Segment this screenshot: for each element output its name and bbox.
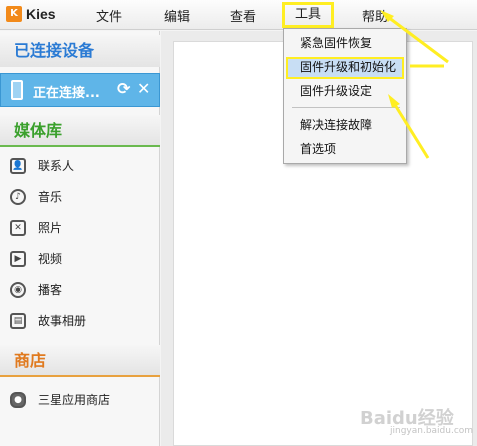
music-icon: ♪ <box>10 189 26 205</box>
watermark-url: jingyan.baidu.com <box>390 426 474 436</box>
menu-separator <box>292 107 400 108</box>
sidebar: 已连接设备 正在连接... ⟳ ✕ 媒体库 👤 联系人 ♪ 音乐 ✕ 照片 ▶ … <box>0 31 160 446</box>
sidebar-item-photos[interactable]: ✕ 照片 <box>0 213 158 244</box>
story-album-icon: ▤ <box>10 313 26 329</box>
kies-logo-icon: K <box>6 6 22 22</box>
menu-edit[interactable]: 编辑 <box>164 6 190 25</box>
connected-devices-header: 已连接设备 <box>0 35 160 67</box>
menu-item-troubleshoot-connection[interactable]: 解决连接故障 <box>286 115 404 137</box>
sidebar-item-samsung-apps[interactable]: ● 三星应用商店 <box>0 385 158 416</box>
sidebar-item-label: 三星应用商店 <box>38 393 111 407</box>
store-header: 商店 <box>0 345 160 377</box>
phone-icon <box>11 80 23 100</box>
sidebar-item-contacts[interactable]: 👤 联系人 <box>0 151 158 182</box>
menu-view[interactable]: 查看 <box>230 6 256 25</box>
sidebar-item-videos[interactable]: ▶ 视频 <box>0 244 158 275</box>
sidebar-item-label: 音乐 <box>38 190 63 204</box>
menu-bar: K Kies 文件 编辑 查看 工具 帮助 <box>0 0 477 30</box>
video-icon: ▶ <box>10 251 26 267</box>
device-label: 正在连接... <box>33 86 100 101</box>
sidebar-item-label: 视频 <box>38 252 63 266</box>
menu-item-preferences[interactable]: 首选项 <box>286 139 404 161</box>
media-library-header: 媒体库 <box>0 115 160 147</box>
device-item-connecting[interactable]: 正在连接... ⟳ ✕ <box>0 73 160 107</box>
sidebar-item-label: 联系人 <box>38 159 75 173</box>
sidebar-item-podcasts[interactable]: ◉ 播客 <box>0 275 158 306</box>
sidebar-item-label: 播客 <box>38 283 63 297</box>
contacts-icon: 👤 <box>10 158 26 174</box>
sidebar-item-label: 照片 <box>38 221 63 235</box>
menu-item-firmware-upgrade-init[interactable]: 固件升级和初始化 <box>286 57 404 79</box>
samsung-apps-icon: ● <box>10 392 26 408</box>
tools-dropdown-menu: 紧急固件恢复 固件升级和初始化 固件升级设定 解决连接故障 首选项 <box>283 28 407 164</box>
sync-icon[interactable]: ⟳ <box>117 79 130 98</box>
sidebar-item-story-album[interactable]: ▤ 故事相册 <box>0 306 158 337</box>
menu-help[interactable]: 帮助 <box>362 6 388 25</box>
menu-tools[interactable]: 工具 <box>282 2 335 28</box>
menu-file[interactable]: 文件 <box>96 6 122 25</box>
sidebar-item-label: 故事相册 <box>38 314 87 328</box>
menu-item-emergency-firmware-recovery[interactable]: 紧急固件恢复 <box>286 33 404 55</box>
photo-icon: ✕ <box>10 220 26 236</box>
app-title: Kies <box>26 6 56 22</box>
close-icon[interactable]: ✕ <box>137 79 150 98</box>
podcast-icon: ◉ <box>10 282 26 298</box>
menu-item-firmware-upgrade-settings[interactable]: 固件升级设定 <box>286 81 404 103</box>
sidebar-item-music[interactable]: ♪ 音乐 <box>0 182 158 213</box>
